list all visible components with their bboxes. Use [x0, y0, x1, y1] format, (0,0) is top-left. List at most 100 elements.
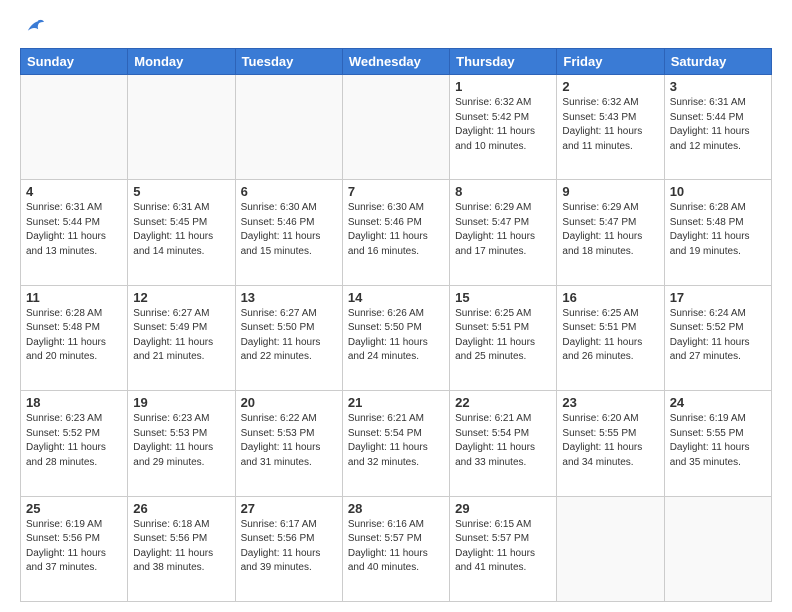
calendar-cell: 4 Sunrise: 6:31 AM Sunset: 5:44 PM Daylig… — [21, 180, 128, 285]
calendar-cell — [128, 75, 235, 180]
day-number: 2 — [562, 79, 658, 94]
day-info: Sunrise: 6:31 AM Sunset: 5:45 PM Dayligh… — [133, 201, 229, 259]
day-number: 14 — [348, 290, 444, 305]
calendar-cell: 5 Sunrise: 6:31 AM Sunset: 5:45 PM Daylig… — [128, 180, 235, 285]
calendar-cell: 21 Sunrise: 6:21 AM Sunset: 5:54 PM Dayli… — [342, 391, 449, 496]
calendar-cell: 26 Sunrise: 6:18 AM Sunset: 5:56 PM Dayli… — [128, 496, 235, 601]
day-info: Sunrise: 6:30 AM Sunset: 5:46 PM Dayligh… — [348, 201, 444, 259]
day-number: 6 — [241, 184, 337, 199]
day-info: Sunrise: 6:30 AM Sunset: 5:46 PM Dayligh… — [241, 201, 337, 259]
calendar-cell: 7 Sunrise: 6:30 AM Sunset: 5:46 PM Daylig… — [342, 180, 449, 285]
day-info: Sunrise: 6:27 AM Sunset: 5:50 PM Dayligh… — [241, 307, 337, 365]
weekday-header-sunday: Sunday — [21, 49, 128, 75]
day-info: Sunrise: 6:23 AM Sunset: 5:52 PM Dayligh… — [26, 412, 122, 470]
weekday-header-thursday: Thursday — [450, 49, 557, 75]
calendar-cell: 6 Sunrise: 6:30 AM Sunset: 5:46 PM Daylig… — [235, 180, 342, 285]
day-number: 8 — [455, 184, 551, 199]
day-number: 4 — [26, 184, 122, 199]
day-info: Sunrise: 6:31 AM Sunset: 5:44 PM Dayligh… — [670, 96, 766, 154]
day-number: 3 — [670, 79, 766, 94]
calendar-week-row: 18 Sunrise: 6:23 AM Sunset: 5:52 PM Dayli… — [21, 391, 772, 496]
day-number: 27 — [241, 501, 337, 516]
day-info: Sunrise: 6:15 AM Sunset: 5:57 PM Dayligh… — [455, 518, 551, 576]
calendar-cell: 15 Sunrise: 6:25 AM Sunset: 5:51 PM Dayli… — [450, 285, 557, 390]
day-info: Sunrise: 6:16 AM Sunset: 5:57 PM Dayligh… — [348, 518, 444, 576]
calendar-cell: 16 Sunrise: 6:25 AM Sunset: 5:51 PM Dayli… — [557, 285, 664, 390]
day-info: Sunrise: 6:28 AM Sunset: 5:48 PM Dayligh… — [26, 307, 122, 365]
day-info: Sunrise: 6:29 AM Sunset: 5:47 PM Dayligh… — [455, 201, 551, 259]
day-info: Sunrise: 6:26 AM Sunset: 5:50 PM Dayligh… — [348, 307, 444, 365]
calendar-cell: 3 Sunrise: 6:31 AM Sunset: 5:44 PM Daylig… — [664, 75, 771, 180]
day-number: 13 — [241, 290, 337, 305]
day-number: 10 — [670, 184, 766, 199]
day-number: 22 — [455, 395, 551, 410]
calendar-cell: 17Sunrise: 6:24 AM Sunset: 5:52 PM Dayli… — [664, 285, 771, 390]
day-info: Sunrise: 6:32 AM Sunset: 5:42 PM Dayligh… — [455, 96, 551, 154]
day-number: 12 — [133, 290, 229, 305]
calendar-week-row: 1 Sunrise: 6:32 AM Sunset: 5:42 PM Daylig… — [21, 75, 772, 180]
calendar-cell: 29 Sunrise: 6:15 AM Sunset: 5:57 PM Dayli… — [450, 496, 557, 601]
day-number: 29 — [455, 501, 551, 516]
calendar-week-row: 11Sunrise: 6:28 AM Sunset: 5:48 PM Dayli… — [21, 285, 772, 390]
day-info: Sunrise: 6:29 AM Sunset: 5:47 PM Dayligh… — [562, 201, 658, 259]
calendar-cell: 14 Sunrise: 6:26 AM Sunset: 5:50 PM Dayli… — [342, 285, 449, 390]
day-number: 28 — [348, 501, 444, 516]
calendar-cell: 13 Sunrise: 6:27 AM Sunset: 5:50 PM Dayli… — [235, 285, 342, 390]
day-info: Sunrise: 6:23 AM Sunset: 5:53 PM Dayligh… — [133, 412, 229, 470]
day-info: Sunrise: 6:18 AM Sunset: 5:56 PM Dayligh… — [133, 518, 229, 576]
calendar-week-row: 4 Sunrise: 6:31 AM Sunset: 5:44 PM Daylig… — [21, 180, 772, 285]
weekday-header-friday: Friday — [557, 49, 664, 75]
calendar-cell: 27Sunrise: 6:17 AM Sunset: 5:56 PM Dayli… — [235, 496, 342, 601]
calendar-cell: 9 Sunrise: 6:29 AM Sunset: 5:47 PM Daylig… — [557, 180, 664, 285]
day-number: 19 — [133, 395, 229, 410]
calendar-cell: 18 Sunrise: 6:23 AM Sunset: 5:52 PM Dayli… — [21, 391, 128, 496]
day-number: 23 — [562, 395, 658, 410]
day-info: Sunrise: 6:27 AM Sunset: 5:49 PM Dayligh… — [133, 307, 229, 365]
calendar-cell: 20Sunrise: 6:22 AM Sunset: 5:53 PM Dayli… — [235, 391, 342, 496]
day-info: Sunrise: 6:22 AM Sunset: 5:53 PM Dayligh… — [241, 412, 337, 470]
logo — [20, 16, 44, 38]
calendar-cell — [664, 496, 771, 601]
day-info: Sunrise: 6:19 AM Sunset: 5:56 PM Dayligh… — [26, 518, 122, 576]
day-info: Sunrise: 6:25 AM Sunset: 5:51 PM Dayligh… — [562, 307, 658, 365]
calendar-cell — [235, 75, 342, 180]
day-number: 18 — [26, 395, 122, 410]
day-info: Sunrise: 6:21 AM Sunset: 5:54 PM Dayligh… — [348, 412, 444, 470]
weekday-header-monday: Monday — [128, 49, 235, 75]
day-number: 26 — [133, 501, 229, 516]
day-number: 9 — [562, 184, 658, 199]
day-info: Sunrise: 6:19 AM Sunset: 5:55 PM Dayligh… — [670, 412, 766, 470]
day-number: 7 — [348, 184, 444, 199]
calendar-cell: 19 Sunrise: 6:23 AM Sunset: 5:53 PM Dayli… — [128, 391, 235, 496]
calendar-cell: 28 Sunrise: 6:16 AM Sunset: 5:57 PM Dayli… — [342, 496, 449, 601]
calendar-cell: 11Sunrise: 6:28 AM Sunset: 5:48 PM Dayli… — [21, 285, 128, 390]
weekday-header-saturday: Saturday — [664, 49, 771, 75]
day-number: 1 — [455, 79, 551, 94]
calendar-cell: 8 Sunrise: 6:29 AM Sunset: 5:47 PM Daylig… — [450, 180, 557, 285]
day-number: 5 — [133, 184, 229, 199]
logo-bird-icon — [22, 16, 44, 38]
calendar-cell: 12 Sunrise: 6:27 AM Sunset: 5:49 PM Dayli… — [128, 285, 235, 390]
day-info: Sunrise: 6:25 AM Sunset: 5:51 PM Dayligh… — [455, 307, 551, 365]
calendar-cell — [21, 75, 128, 180]
day-info: Sunrise: 6:31 AM Sunset: 5:44 PM Dayligh… — [26, 201, 122, 259]
calendar-cell — [557, 496, 664, 601]
calendar-cell: 23Sunrise: 6:20 AM Sunset: 5:55 PM Dayli… — [557, 391, 664, 496]
page-header — [20, 16, 772, 38]
day-number: 15 — [455, 290, 551, 305]
day-number: 16 — [562, 290, 658, 305]
calendar-week-row: 25Sunrise: 6:19 AM Sunset: 5:56 PM Dayli… — [21, 496, 772, 601]
day-info: Sunrise: 6:32 AM Sunset: 5:43 PM Dayligh… — [562, 96, 658, 154]
calendar-cell: 24 Sunrise: 6:19 AM Sunset: 5:55 PM Dayli… — [664, 391, 771, 496]
day-number: 24 — [670, 395, 766, 410]
day-number: 21 — [348, 395, 444, 410]
day-info: Sunrise: 6:28 AM Sunset: 5:48 PM Dayligh… — [670, 201, 766, 259]
calendar-cell: 2 Sunrise: 6:32 AM Sunset: 5:43 PM Daylig… — [557, 75, 664, 180]
weekday-header-tuesday: Tuesday — [235, 49, 342, 75]
day-info: Sunrise: 6:21 AM Sunset: 5:54 PM Dayligh… — [455, 412, 551, 470]
day-info: Sunrise: 6:24 AM Sunset: 5:52 PM Dayligh… — [670, 307, 766, 365]
calendar-cell: 25Sunrise: 6:19 AM Sunset: 5:56 PM Dayli… — [21, 496, 128, 601]
weekday-header-row: SundayMondayTuesdayWednesdayThursdayFrid… — [21, 49, 772, 75]
calendar-table: SundayMondayTuesdayWednesdayThursdayFrid… — [20, 48, 772, 602]
calendar-cell — [342, 75, 449, 180]
